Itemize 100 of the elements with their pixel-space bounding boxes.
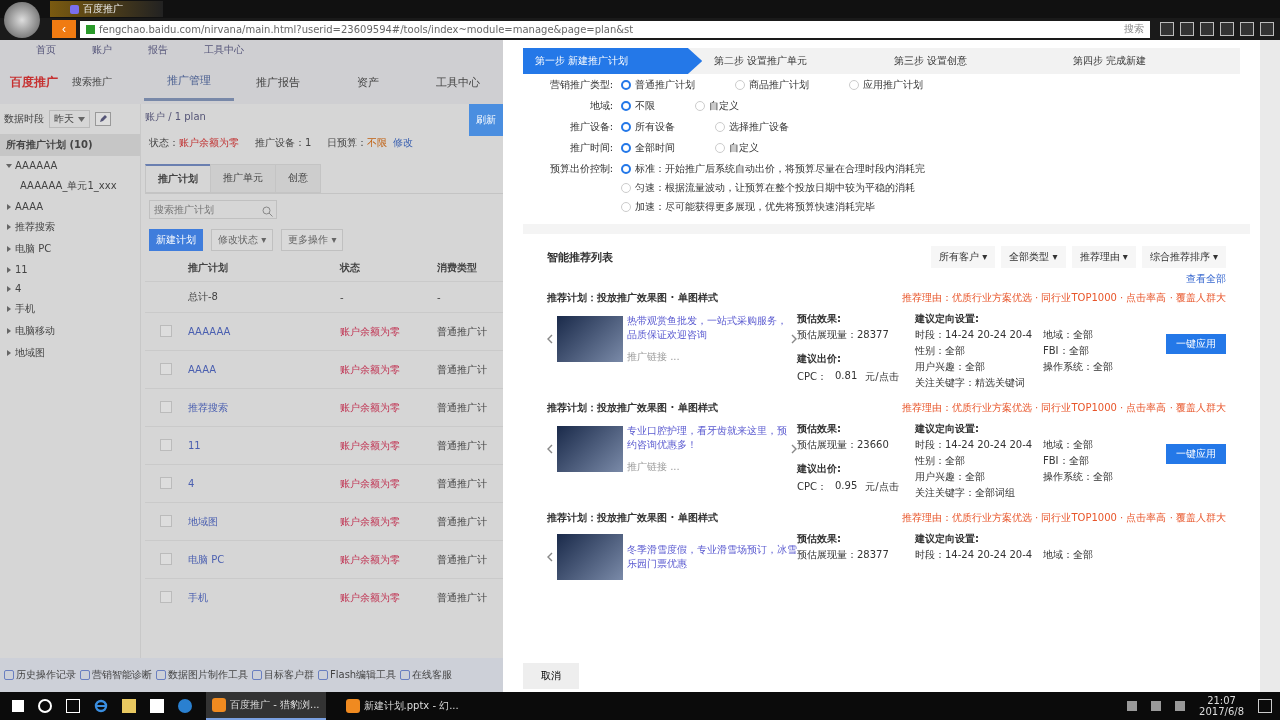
option-label[interactable]: 选择推广设备	[729, 120, 789, 134]
nav-tab[interactable]: 推广报告	[233, 64, 324, 100]
tree-item[interactable]: 手机	[0, 298, 140, 320]
cancel-button[interactable]: 取消	[523, 663, 579, 689]
radio-button[interactable]	[621, 80, 631, 90]
action-button[interactable]: 修改状态 ▾	[211, 229, 274, 251]
nav-tab[interactable]: 推广管理	[143, 63, 234, 101]
edit-link[interactable]: 修改	[393, 137, 414, 148]
tree-item[interactable]: 地域图	[0, 342, 140, 364]
row-checkbox[interactable]	[160, 590, 172, 603]
nav-tab[interactable]: 资产	[323, 64, 414, 100]
radio-button[interactable]	[621, 164, 631, 174]
toolbar-icon[interactable]	[1200, 22, 1214, 36]
apply-button[interactable]: 一键应用	[1166, 444, 1226, 464]
app-icon[interactable]	[178, 699, 192, 713]
option-label[interactable]: 所有设备	[635, 120, 675, 134]
option-label[interactable]: 不限	[635, 99, 655, 113]
tree-item[interactable]: 推荐搜索	[0, 216, 140, 238]
content-tab[interactable]: 创意	[275, 164, 321, 193]
option-label[interactable]: 自定义	[709, 99, 739, 113]
scrollbar-track[interactable]	[1260, 40, 1280, 692]
ad-title-link[interactable]: 专业口腔护理，看牙齿就来这里，预约咨询优惠多！	[627, 424, 787, 452]
task-view-icon[interactable]	[66, 699, 80, 713]
tool-link[interactable]: 目标客户群	[252, 668, 314, 682]
content-tab[interactable]: 推广单元	[210, 164, 276, 193]
tree-item[interactable]: AAAAAA_单元1_xxx	[0, 175, 140, 197]
row-checkbox[interactable]	[160, 324, 172, 337]
tree-item[interactable]: 4	[0, 279, 140, 298]
top-link[interactable]: 账户	[92, 43, 112, 57]
radio-button[interactable]	[621, 122, 631, 132]
plan-link[interactable]: 4	[188, 478, 195, 489]
filter-dropdown[interactable]: 推荐理由 ▾	[1071, 246, 1136, 268]
tool-link[interactable]: Flash编辑工具	[318, 668, 397, 682]
tree-item[interactable]: 电脑 PC	[0, 238, 140, 260]
expand-icon[interactable]	[6, 246, 12, 252]
toolbar-icon[interactable]	[1220, 22, 1234, 36]
row-checkbox[interactable]	[160, 514, 172, 527]
tool-link[interactable]: 在线客服	[400, 668, 453, 682]
address-bar[interactable]: fengchao.baidu.com/nirvana/main.html?userid=23609594#/tools/index~module=manage&page=plan&st 搜索	[80, 20, 1150, 38]
top-link[interactable]: 首页	[36, 43, 56, 57]
view-all-link[interactable]: 查看全部	[1186, 272, 1226, 286]
browser-tab[interactable]: 百度推广	[50, 1, 163, 17]
plan-link[interactable]: 电脑 PC	[188, 553, 225, 565]
expand-icon[interactable]	[6, 266, 12, 273]
row-checkbox[interactable]	[160, 476, 172, 489]
filter-dropdown[interactable]: 综合推荐排序 ▾	[1141, 246, 1226, 268]
plan-link[interactable]: 11	[188, 440, 201, 451]
tree-item[interactable]: 所有推广计划 (10)	[0, 134, 140, 156]
option-label[interactable]: 匀速：根据流量波动，让预算在整个投放日期中较为平稳的消耗	[635, 181, 915, 195]
option-label[interactable]: 全部时间	[635, 141, 675, 155]
expand-icon[interactable]	[6, 224, 12, 230]
edit-icon[interactable]	[95, 112, 111, 126]
row-checkbox[interactable]	[160, 438, 172, 451]
nav-tab[interactable]: 工具中心	[413, 64, 503, 100]
row-checkbox[interactable]	[160, 552, 172, 565]
notification-icon[interactable]	[1258, 699, 1272, 713]
collapse-icon[interactable]	[6, 162, 12, 169]
step-tab[interactable]: 第四步 完成新建	[1060, 48, 1240, 74]
top-link[interactable]: 报告	[148, 43, 168, 57]
option-label[interactable]: 标准：开始推广后系统自动出价，将预算尽量在合理时段内消耗完	[635, 162, 925, 176]
browser-icon[interactable]	[94, 699, 108, 713]
plan-link[interactable]: AAAAAA	[188, 326, 231, 337]
content-tab[interactable]: 推广计划	[145, 164, 211, 193]
option-label[interactable]: 自定义	[729, 141, 759, 155]
tree-item[interactable]: 11	[0, 260, 140, 279]
taskbar-task[interactable]: 百度推广 - 猎豹浏...	[206, 692, 326, 720]
tree-item[interactable]: AAAA	[0, 197, 140, 216]
step-tab[interactable]: 第二步 设置推广单元	[702, 48, 882, 74]
ad-title-link[interactable]: 热带观赏鱼批发，一站式采购服务，品质保证欢迎咨询	[627, 314, 787, 342]
toolbar-icon[interactable]	[1160, 22, 1174, 36]
start-icon[interactable]	[12, 700, 24, 712]
action-button[interactable]: 新建计划	[149, 229, 203, 251]
step-tab[interactable]: 第三步 设置创意	[881, 48, 1061, 74]
top-link[interactable]: 工具中心	[204, 43, 244, 57]
expand-icon[interactable]	[6, 328, 12, 334]
radio-button[interactable]	[621, 143, 631, 153]
tree-item[interactable]: AAAAAA	[0, 156, 140, 175]
expand-icon[interactable]	[6, 203, 12, 210]
option-label[interactable]: 加速：尽可能获得更多展现，优先将预算快速消耗完毕	[635, 200, 875, 214]
search-field[interactable]: 搜索推广计划	[149, 200, 277, 219]
tree-item[interactable]: 电脑移动	[0, 320, 140, 342]
filter-dropdown[interactable]: 全部类型 ▾	[1001, 246, 1066, 268]
toolbar-icon[interactable]	[1260, 22, 1274, 36]
toolbar-icon[interactable]	[1180, 22, 1194, 36]
filter-dropdown[interactable]: 所有客户 ▾	[931, 246, 996, 268]
browser-logo-icon[interactable]	[4, 2, 40, 38]
option-label[interactable]: 普通推广计划	[635, 78, 695, 92]
plan-link[interactable]: 地域图	[188, 515, 218, 527]
apply-button[interactable]: 一键应用	[1166, 334, 1226, 354]
step-tab[interactable]: 第一步 新建推广计划	[523, 48, 703, 74]
expand-icon[interactable]	[6, 350, 12, 356]
plan-link[interactable]: 手机	[188, 591, 208, 603]
tool-link[interactable]: 数据图片制作工具	[156, 668, 248, 682]
period-dropdown[interactable]: 昨天	[49, 110, 90, 128]
plan-link[interactable]: AAAA	[188, 364, 217, 375]
action-button[interactable]: 更多操作 ▾	[281, 229, 344, 251]
tray-icon[interactable]	[1151, 701, 1162, 711]
option-label[interactable]: 商品推广计划	[749, 78, 809, 92]
tool-link[interactable]: 历史操作记录	[4, 668, 76, 682]
expand-icon[interactable]	[6, 306, 12, 312]
